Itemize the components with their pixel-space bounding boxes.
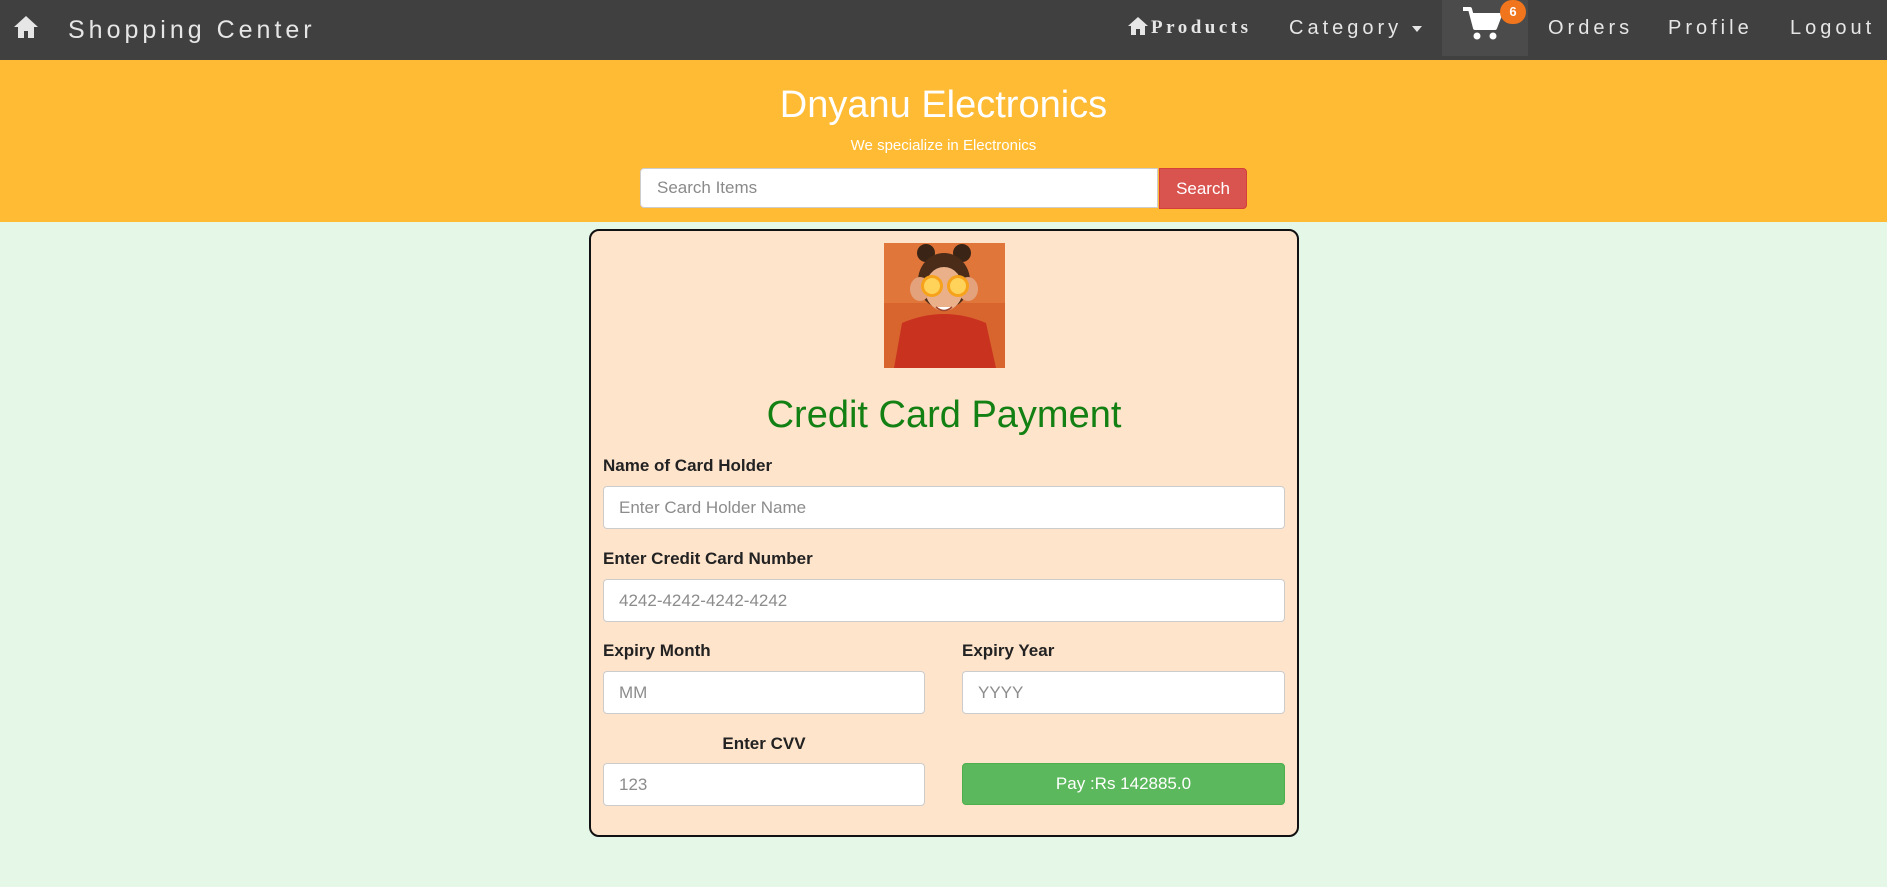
caret-down-icon [1412, 25, 1423, 32]
top-navbar: Shopping Center Products Category 6 Orde… [0, 0, 1887, 60]
search-input[interactable] [640, 168, 1158, 208]
expiry-month-input[interactable] [603, 671, 925, 714]
nav-products[interactable]: Products [1127, 17, 1251, 39]
pay-button[interactable]: Pay :Rs 142885.0 [962, 763, 1285, 805]
expiry-year-input[interactable] [962, 671, 1285, 714]
cart-icon [1463, 7, 1502, 40]
nav-logout[interactable]: Logout [1790, 17, 1875, 40]
cart-button[interactable]: 6 [1442, 0, 1528, 56]
cvv-input[interactable] [603, 763, 925, 806]
payment-card: Credit Card Payment Name of Card Holder … [589, 229, 1299, 837]
brand-title[interactable]: Shopping Center [68, 16, 316, 45]
nav-orders[interactable]: Orders [1548, 17, 1633, 40]
home-icon[interactable] [12, 14, 40, 40]
nav-category-label: Category [1289, 17, 1403, 39]
card-holder-input[interactable] [603, 486, 1285, 529]
expiry-year-label: Expiry Year [962, 641, 1055, 660]
store-tagline: We specialize in Electronics [850, 137, 1037, 154]
search-button[interactable]: Search [1159, 168, 1247, 209]
store-name: Dnyanu Electronics [779, 84, 1108, 126]
nav-category-dropdown[interactable]: Category [1289, 17, 1423, 40]
expiry-month-label: Expiry Month [603, 641, 711, 660]
home-icon [1128, 17, 1148, 35]
card-number-input[interactable] [603, 579, 1285, 622]
store-banner: Dnyanu Electronics We specialize in Elec… [0, 60, 1887, 222]
cart-count-badge: 6 [1500, 0, 1526, 24]
card-holder-label: Name of Card Holder [603, 456, 773, 475]
cvv-label: Enter CVV [722, 734, 806, 753]
card-number-label: Enter Credit Card Number [603, 549, 813, 568]
nav-profile[interactable]: Profile [1668, 17, 1753, 40]
product-image [884, 243, 1005, 368]
nav-products-label: Products [1151, 17, 1252, 38]
payment-title: Credit Card Payment [766, 394, 1122, 436]
